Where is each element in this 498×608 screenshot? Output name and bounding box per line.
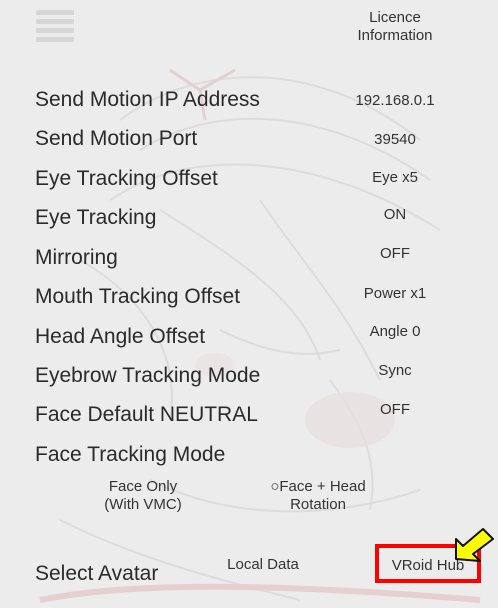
face-tracking-option-face-head[interactable]: ○Face + Head Rotation (258, 478, 378, 514)
setting-label: Mouth Tracking Offset (35, 285, 241, 308)
setting-value-port[interactable]: 39540 (340, 131, 450, 148)
menu-icon[interactable] (36, 10, 74, 42)
setting-row-send-motion-ip: Send Motion IP Address 192.168.0.1 (0, 86, 498, 124)
setting-row-eye-tracking-offset: Eye Tracking Offset Eye x5 (0, 165, 498, 203)
setting-value-eye-offset[interactable]: Eye x5 (340, 169, 450, 186)
setting-value-face-default[interactable]: OFF (340, 401, 450, 418)
setting-row-face-tracking-mode: Face Tracking Mode (0, 441, 498, 479)
menu-bar (36, 19, 74, 24)
setting-row-eye-tracking: Eye Tracking ON (0, 204, 498, 242)
setting-value-mouth-offset[interactable]: Power x1 (340, 285, 450, 302)
pointer-arrow-icon (455, 528, 494, 562)
setting-label: Head Angle Offset (35, 325, 206, 348)
menu-bar (36, 28, 74, 33)
setting-value-eyebrow-mode[interactable]: Sync (340, 362, 450, 379)
setting-label: Eye Tracking (35, 206, 157, 229)
setting-row-face-default-neutral: Face Default NEUTRAL OFF (0, 401, 498, 440)
menu-bar (36, 10, 74, 15)
setting-row-mouth-tracking-offset: Mouth Tracking Offset Power x1 (0, 283, 498, 321)
setting-label: Face Tracking Mode (35, 443, 226, 466)
setting-label: Select Avatar (35, 562, 159, 585)
setting-row-head-angle-offset: Head Angle Offset Angle 0 (0, 323, 498, 361)
setting-label: Send Motion Port (35, 127, 198, 150)
setting-row-eyebrow-tracking-mode: Eyebrow Tracking Mode Sync (0, 362, 498, 400)
setting-label: Eye Tracking Offset (35, 167, 218, 190)
setting-value-mirroring[interactable]: OFF (340, 245, 450, 262)
setting-label: Mirroring (35, 246, 118, 269)
setting-label: Eyebrow Tracking Mode (35, 364, 261, 387)
face-tracking-option-face-only[interactable]: Face Only (With VMC) (90, 478, 196, 514)
setting-row-send-motion-port: Send Motion Port 39540 (0, 125, 498, 163)
setting-label: Send Motion IP Address (35, 88, 260, 111)
setting-value-ip[interactable]: 192.168.0.1 (340, 92, 450, 109)
setting-row-mirroring: Mirroring OFF (0, 244, 498, 282)
setting-value-head-angle[interactable]: Angle 0 (340, 323, 450, 340)
local-data-button[interactable]: Local Data (215, 556, 311, 574)
menu-bar (36, 37, 74, 42)
setting-value-eye-tracking[interactable]: ON (340, 206, 450, 223)
setting-label: Face Default NEUTRAL (35, 403, 258, 426)
licence-information-button[interactable]: Licence Information (340, 9, 450, 45)
